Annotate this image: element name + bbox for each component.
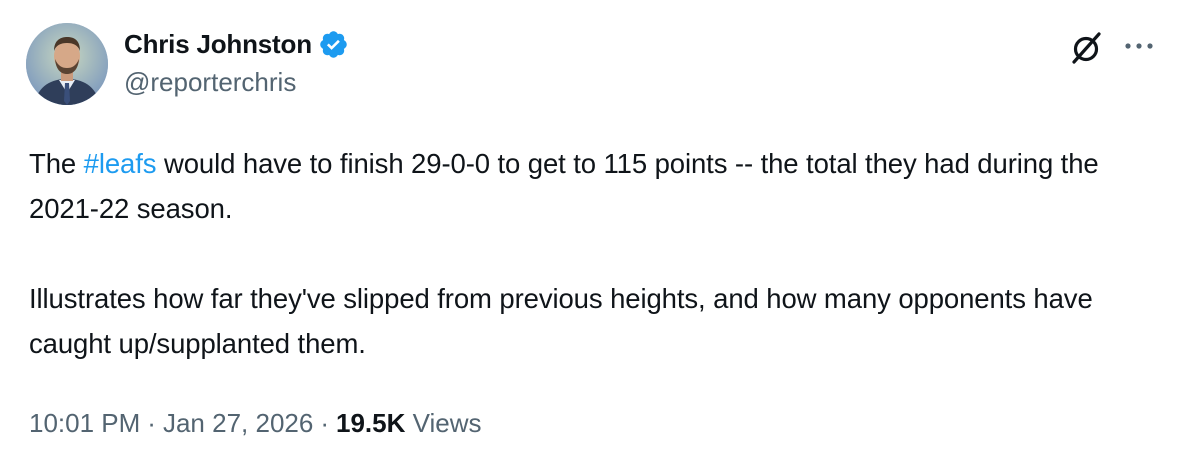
display-name[interactable]: Chris Johnston [124,29,312,60]
avatar-image [26,23,108,105]
meta-separator: · [147,408,156,438]
tweet-text: The #leafs would have to finish 29-0-0 t… [29,141,1159,366]
hashtag-link[interactable]: #leafs [84,148,157,179]
tweet-text-lead: The [29,148,84,179]
timestamp-date[interactable]: Jan 27, 2026 [163,408,313,438]
avatar[interactable] [26,23,108,105]
tweet-paragraph-1: The #leafs would have to finish 29-0-0 t… [29,141,1159,231]
meta-separator: · [320,408,329,438]
views-count: 19.5K [336,408,406,438]
tweet-paragraph-2: Illustrates how far they've slipped from… [29,283,1093,359]
views-label: Views [412,408,482,438]
tweet-meta: 10:01 PM · Jan 27, 2026 · 19.5K Views [29,408,482,439]
more-options-icon[interactable] [1122,34,1156,58]
handle[interactable]: @reporterchris [124,67,349,98]
tweet-text-rest: would have to finish 29-0-0 to get to 11… [29,148,1099,224]
author-info[interactable]: Chris Johnston @reporterchris [124,28,349,98]
name-row: Chris Johnston [124,28,349,60]
grok-icon[interactable] [1067,28,1107,68]
verified-badge-icon[interactable] [318,29,349,60]
timestamp-time[interactable]: 10:01 PM [29,408,140,438]
tweet-card: Chris Johnston @reporterchris The #leafs… [0,0,1184,458]
